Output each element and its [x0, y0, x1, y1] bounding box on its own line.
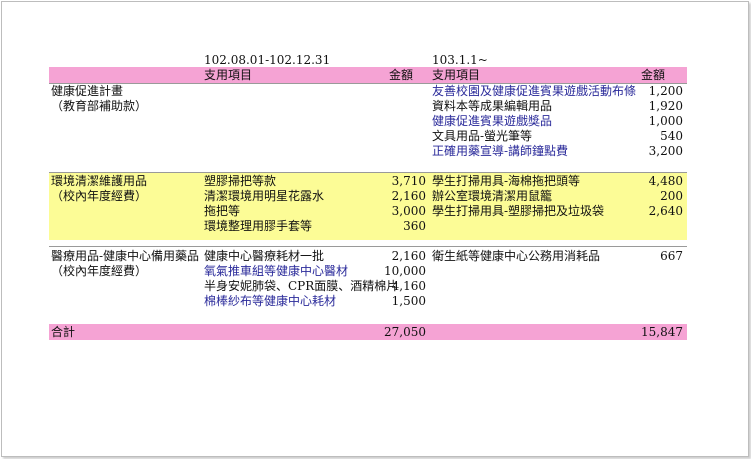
total-left-amount: 27,050: [384, 325, 426, 339]
s3-left-amount-3: 4,160: [391, 279, 426, 293]
section1-fund: （教育部補助款）: [51, 99, 148, 113]
column-header-row: [49, 67, 687, 83]
s1-right-item-2: 資料本等成果編輯用品: [432, 99, 553, 113]
total-row: [49, 324, 687, 340]
s2-left-item-3: 拖把等: [204, 204, 241, 218]
s2-left-item-1: 塑膠掃把等款: [204, 174, 277, 188]
period-right: 103.1.1~: [432, 53, 488, 67]
s3-left-item-4: 棉棒紗布等健康中心耗材: [204, 294, 337, 308]
s1-right-amount-2: 1,920: [648, 99, 683, 113]
s3-left-item-2: 氧氣推車組等健康中心醫材: [204, 264, 349, 278]
section3-title: 醫療用品-健康中心備用藥品: [51, 249, 200, 263]
s2-right-item-2: 辦公室環境清潔用鼠籠: [432, 189, 553, 203]
s1-right-item-3: 健康促進賓果遊戲獎品: [432, 114, 553, 128]
s2-left-amount-4: 360: [403, 219, 426, 233]
s2-left-amount-1: 3,710: [391, 174, 426, 188]
s2-left-item-2: 清潔環境用明星花露水: [204, 189, 325, 203]
s1-right-item-5: 正確用藥宣導-講師鐘點費: [432, 144, 569, 158]
s3-left-item-1: 健康中心醫療耗材一批: [204, 249, 325, 263]
section3-divider: [49, 246, 687, 247]
section2-fund: （校內年度經費）: [51, 189, 148, 203]
s3-left-amount-2: 10,000: [384, 264, 426, 278]
s1-right-item-4: 文具用品-螢光筆等: [432, 129, 533, 143]
col-item-right: 支用項目: [432, 68, 481, 82]
s1-right-amount-5: 3,200: [648, 144, 683, 158]
col-amount-left: 金額: [389, 68, 414, 82]
section2-title: 環境清潔維護用品: [51, 174, 148, 188]
s3-right-item-1: 衛生紙等健康中心公務用消耗品: [432, 249, 601, 263]
total-right-amount: 15,847: [641, 325, 683, 339]
total-label: 合計: [51, 325, 76, 339]
s1-right-item-1: 友善校園及健康促進賓果遊戲活動布條: [432, 84, 637, 98]
section3-fund: （校內年度經費）: [51, 264, 148, 278]
s2-right-amount-3: 2,640: [648, 204, 683, 218]
s2-left-amount-2: 2,160: [391, 189, 426, 203]
s1-right-amount-4: 540: [660, 129, 683, 143]
s2-right-amount-1: 4,480: [648, 174, 683, 188]
s2-right-item-1: 學生打掃用具-海棉拖把頭等: [432, 174, 581, 188]
s2-right-item-3: 學生打掃用具-塑膠掃把及垃圾袋: [432, 204, 605, 218]
s2-left-amount-3: 3,000: [391, 204, 426, 218]
s3-left-amount-4: 1,500: [391, 294, 426, 308]
section1-title: 健康促進計畫: [51, 84, 124, 98]
col-amount-right: 金額: [641, 68, 666, 82]
col-item-left: 支用項目: [204, 68, 253, 82]
s2-left-item-4: 環境整理用膠手套等: [204, 219, 313, 233]
s3-right-amount-1: 667: [660, 249, 683, 263]
s3-left-amount-1: 2,160: [391, 249, 426, 263]
s2-right-amount-2: 200: [660, 189, 683, 203]
s1-right-amount-1: 1,200: [648, 84, 683, 98]
s1-right-amount-3: 1,000: [648, 114, 683, 128]
period-left: 102.08.01-102.12.31: [204, 53, 331, 67]
